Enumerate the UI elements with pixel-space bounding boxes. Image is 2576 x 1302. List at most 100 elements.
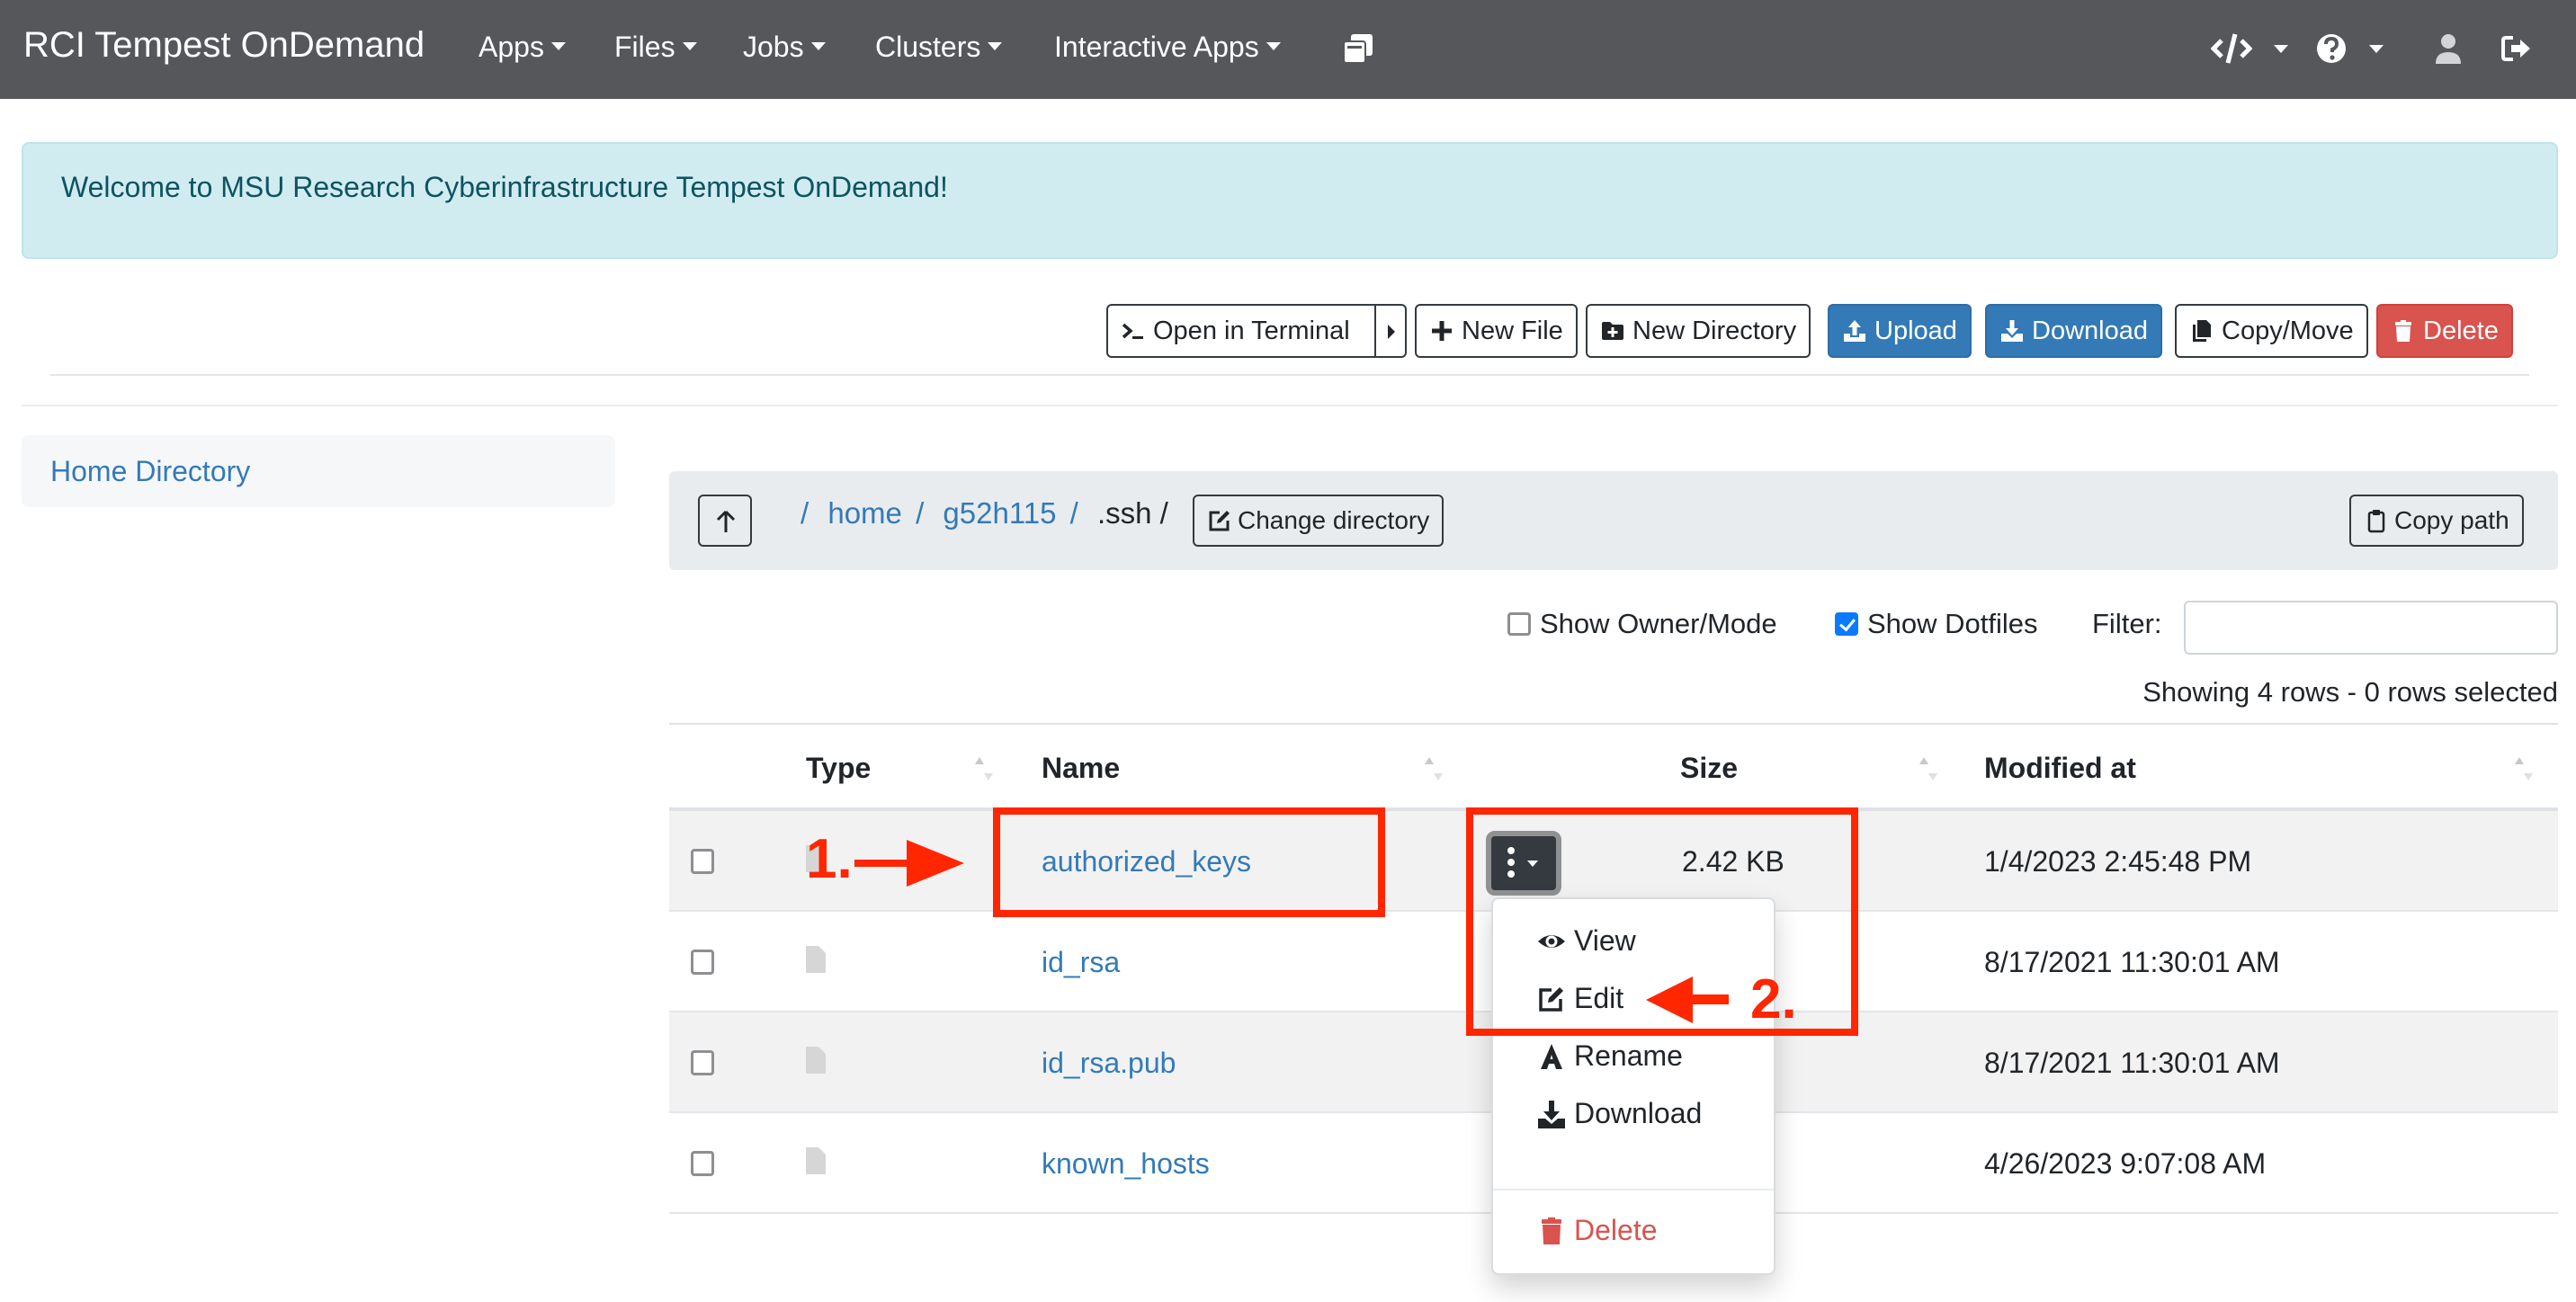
menu-item-rename-label: Rename [1574,1039,1683,1072]
copy-path-button[interactable]: Copy path [2349,495,2524,547]
breadcrumb-separator: / [916,496,925,530]
table-top-border [669,723,2558,725]
annotation-box-file [993,807,1385,917]
brand-title[interactable]: RCI Tempest OnDemand [23,25,425,66]
developer-code-icon[interactable] [2210,31,2253,67]
arrow-up-icon [716,510,736,532]
menu-item-rename[interactable]: Rename [1536,1039,1683,1073]
terminal-icon [1121,318,1146,343]
row-select-checkbox[interactable] [691,1151,714,1176]
terminal-options-toggle[interactable] [1374,304,1407,358]
new-directory-button[interactable]: New Directory [1586,304,1811,358]
chevron-down-icon [988,42,1003,51]
show-owner-mode-option[interactable]: Show Owner/Mode [1507,608,1777,640]
chevron-down-icon[interactable] [2274,45,2288,53]
menu-item-delete-label: Delete [1574,1214,1658,1246]
parent-directory-button[interactable] [698,495,752,547]
show-dotfiles-label: Show Dotfiles [1867,608,2038,639]
breadcrumb-current: .ssh / [1096,496,1168,530]
file-name-link[interactable]: known_hosts [1042,1147,1210,1181]
upload-label: Upload [1874,316,1957,345]
open-in-terminal-button[interactable]: Open in Terminal [1106,304,1376,358]
trash-icon [1536,1216,1567,1246]
menu-divider [1493,1189,1774,1191]
row-select-checkbox[interactable] [691,1050,714,1075]
chevron-down-icon [550,42,566,51]
trash-icon [2391,318,2416,343]
row-select-checkbox[interactable] [691,950,714,975]
download-button[interactable]: Download [1985,304,2162,358]
filter-label: Filter: [2092,608,2162,639]
help-icon[interactable] [2313,31,2349,67]
breadcrumb-root[interactable]: / [801,496,809,530]
user-icon[interactable] [2430,31,2466,67]
section-divider [22,405,2558,406]
delete-label: Delete [2423,316,2499,345]
menu-item-delete[interactable]: Delete [1536,1214,1658,1247]
chevron-down-icon [682,42,697,51]
column-header-name[interactable]: Name [1042,752,1120,785]
column-header-modified[interactable]: Modified at [1984,752,2136,785]
table-status: Showing 4 rows - 0 rows selected [2142,676,2558,708]
new-file-button[interactable]: New File [1415,304,1578,358]
menu-item-download[interactable]: Download [1536,1097,1702,1130]
annotation-step-2: 2. [1750,968,1797,1030]
plus-icon [1429,318,1454,343]
new-file-label: New File [1462,316,1563,345]
toolbar-divider [50,374,2529,376]
edit-icon [1207,508,1232,533]
show-owner-mode-label: Show Owner/Mode [1540,608,1777,639]
nav-menu-files[interactable]: Files [614,31,697,64]
rename-icon [1536,1041,1567,1072]
menu-item-download-label: Download [1574,1097,1703,1129]
sort-size-icon[interactable] [1919,755,1937,782]
my-sessions-icon[interactable] [1340,31,1376,67]
sort-name-icon[interactable] [1425,755,1443,782]
nav-menu-jobs[interactable]: Jobs [743,31,826,64]
file-modified: 8/17/2021 11:30:01 AM [1984,946,2280,978]
show-dotfiles-checkbox[interactable] [1835,612,1858,636]
show-dotfiles-option[interactable]: Show Dotfiles [1835,608,2038,640]
sidebar-item-label: Home Directory [50,455,251,487]
nav-menu-apps-label: Apps [479,31,544,63]
file-modified: 1/4/2023 2:45:48 PM [1984,845,2252,878]
sidebar-item-home-directory[interactable]: Home Directory [22,435,615,507]
nav-menu-clusters-label: Clusters [875,31,981,63]
folder-plus-icon [1600,318,1625,343]
nav-menu-clusters[interactable]: Clusters [875,31,1003,64]
nav-menu-interactive-apps[interactable]: Interactive Apps [1054,31,1281,64]
filter-input[interactable] [2184,601,2558,655]
annotation-arrow-right-icon [854,840,964,887]
file-icon [806,1147,826,1174]
upload-button[interactable]: Upload [1828,304,1972,358]
chevron-down-icon [810,42,826,51]
logout-icon[interactable] [2499,31,2535,67]
sort-modified-icon[interactable] [2515,755,2533,782]
breadcrumb-separator: / [1069,496,1078,530]
file-name-link[interactable]: id_rsa.pub [1042,1047,1176,1080]
file-icon [806,946,826,973]
upload-icon [1842,318,1867,343]
copy-move-button[interactable]: Copy/Move [2175,304,2368,358]
copy-icon [2189,318,2214,343]
nav-menu-apps[interactable]: Apps [479,31,566,64]
open-in-terminal-label: Open in Terminal [1153,316,1350,345]
show-owner-mode-checkbox[interactable] [1507,612,1531,636]
chevron-down-icon[interactable] [2369,45,2384,53]
file-name-link[interactable]: id_rsa [1042,946,1120,979]
nav-menu-interactive-apps-label: Interactive Apps [1054,31,1259,63]
file-modified: 8/17/2021 11:30:01 AM [1984,1047,2280,1079]
breadcrumb-user[interactable]: g52h115 [943,496,1056,530]
download-icon [1536,1099,1567,1129]
breadcrumb: / home / g52h115 / .ssh / [801,496,1168,531]
row-select-checkbox[interactable] [691,849,714,874]
new-directory-label: New Directory [1632,316,1797,345]
breadcrumb-home[interactable]: home [827,496,902,530]
sort-type-icon[interactable] [975,755,993,782]
column-header-size[interactable]: Size [1680,752,1738,785]
welcome-alert: Welcome to MSU Research Cyberinfrastruct… [22,142,2558,259]
column-header-type[interactable]: Type [806,752,871,785]
download-icon [1999,318,2025,343]
change-directory-button[interactable]: Change directory [1193,495,1445,547]
delete-button[interactable]: Delete [2376,304,2513,358]
